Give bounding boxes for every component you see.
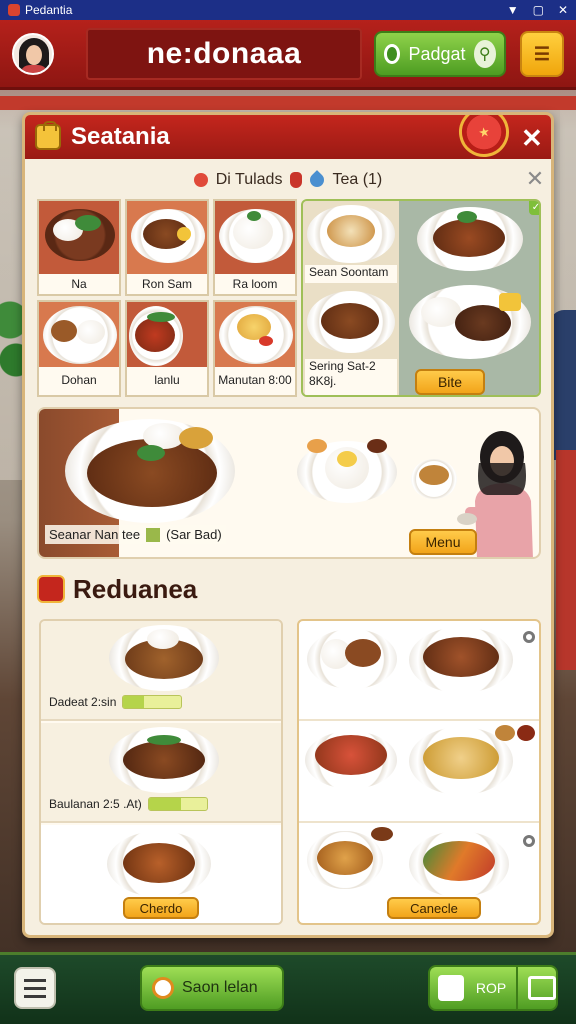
recipe-caption: Dadeat 2:sin	[49, 695, 183, 709]
progress-fill	[148, 798, 181, 810]
dish-category-icon	[37, 575, 65, 603]
bite-button-label: Bite	[437, 374, 463, 390]
player-avatar[interactable]	[12, 32, 54, 75]
shopping-bag-icon	[35, 121, 61, 150]
restaurant-name: ne:donaaa	[146, 37, 302, 70]
dish-card[interactable]: Dohan	[37, 300, 121, 397]
chat-bubble-icon: ⚲	[473, 40, 496, 68]
dish-label: Ra loom	[215, 274, 295, 294]
progress-bar	[122, 695, 183, 709]
recipe-row[interactable]: Baulanan 2:5 .At)	[41, 723, 281, 823]
panel-header: Seatania ★ ✕	[25, 115, 551, 161]
recipe-list: Dadeat 2:sin Baulanan 2:5 .At) Cherdo	[39, 619, 283, 925]
canecle-button-label: Canecle	[410, 900, 458, 916]
right-action-button[interactable]: ROP	[428, 965, 558, 1011]
filter-label-a[interactable]: Di Tulads	[216, 171, 283, 189]
recipe-row[interactable]: Cherdo	[41, 825, 281, 923]
leaf-icon	[146, 527, 161, 542]
menu-banner-label: Menu	[425, 534, 461, 550]
dish-label: Ron Sam	[127, 274, 207, 294]
cherdo-button-label: Cherdo	[139, 900, 183, 916]
right-action-label: ROP	[475, 980, 507, 996]
gallery-row: Canecle	[299, 825, 539, 923]
hamburger-line	[24, 986, 46, 990]
featured-right	[399, 201, 539, 395]
banner-caption: Seanar Nan tee (Sar Bad)	[45, 525, 226, 544]
hamburger-line	[24, 994, 46, 998]
dish-label: Dohan	[39, 367, 119, 395]
avatar-body	[20, 64, 48, 73]
dish-gallery: Canecle	[297, 619, 541, 925]
status-bar: Pedantia ▼ ▢ ✕	[0, 0, 576, 20]
restaurant-name-plate: ne:donaaa	[86, 28, 362, 80]
stamp-badge-icon: ★	[455, 115, 513, 161]
window-icon: ▢	[532, 3, 544, 17]
main-action-button[interactable]: Saon lelan	[140, 965, 284, 1011]
recipe-name: Dadeat 2:sin	[49, 695, 117, 709]
green-action-button[interactable]: Padgat ⚲	[374, 31, 506, 77]
clock-icon	[152, 977, 174, 999]
panel-close-button[interactable]: ✕	[521, 123, 543, 154]
menu-button[interactable]: ☰	[520, 31, 564, 77]
dish-label: Na	[39, 274, 119, 294]
dish-card[interactable]: Ron Sam	[125, 199, 209, 296]
bottom-bar: Saon lelan ROP	[0, 952, 576, 1024]
chat-icon[interactable]	[528, 976, 556, 1000]
list-icon: ☰	[533, 43, 551, 64]
banner-caption-left: Seanar Nan tee	[49, 527, 141, 542]
gallery-row	[299, 723, 539, 823]
filter-label-b[interactable]: Tea (1)	[332, 171, 382, 189]
section-title: Reduanea	[73, 573, 198, 604]
dish-label: Manutan 8:00	[215, 367, 295, 395]
avatar-face	[26, 44, 42, 65]
dish-card[interactable]: Manutan 8:00	[213, 300, 297, 397]
menu-panel: Seatania ★ ✕ Di Tulads Tea (1) ✕ Na Ron …	[22, 112, 554, 938]
chili-icon	[290, 172, 303, 188]
hamburger-line	[24, 978, 46, 982]
featured-dishes: Sean Soontam Sering Sat-2 8K8j. ✓ Bite	[301, 199, 541, 397]
background-awning	[0, 96, 576, 110]
progress-bar	[147, 797, 208, 811]
main-action-label: Saon lelan	[182, 979, 258, 996]
dish-card[interactable]: lanlu	[125, 300, 209, 397]
featured-label-bottom: Sering Sat-2 8K8j.	[305, 359, 397, 395]
app-icon	[8, 4, 20, 16]
drop-icon	[307, 170, 328, 190]
featured-label-top: Sean Soontam	[305, 265, 397, 283]
gear-icon[interactable]	[523, 631, 535, 643]
recipe-name: Baulanan 2:5 .At)	[49, 797, 142, 811]
section-header: Reduanea	[37, 571, 197, 607]
tomato-icon	[193, 173, 208, 187]
status-app-name: Pedantia	[25, 3, 73, 17]
dish-grid: Na Ron Sam Ra loom Dohan lanlu Manutan 8…	[37, 199, 297, 397]
refresh-icon	[384, 44, 401, 64]
green-action-label: Padgat	[408, 43, 466, 64]
cherdo-button[interactable]: Cherdo	[123, 897, 199, 919]
recipe-row[interactable]: Dadeat 2:sin	[41, 621, 281, 721]
promo-banner: Seanar Nan tee (Sar Bad) Menu	[37, 407, 541, 559]
hamburger-menu-button[interactable]	[14, 967, 56, 1009]
progress-fill	[123, 696, 144, 708]
filter-clear-icon[interactable]: ✕	[523, 167, 547, 191]
featured-tag-icon: ✓	[529, 201, 539, 215]
menu-banner-button[interactable]: Menu	[409, 529, 477, 555]
button-divider	[516, 965, 519, 1011]
banner-caption-right: (Sar Bad)	[166, 527, 222, 542]
gallery-row	[299, 621, 539, 721]
background-booth	[556, 450, 576, 670]
dish-card[interactable]: Ra loom	[213, 199, 297, 296]
featured-left: Sean Soontam Sering Sat-2 8K8j.	[303, 201, 399, 395]
bite-button[interactable]: Bite	[415, 369, 485, 395]
gear-icon[interactable]	[523, 835, 535, 847]
cat-icon	[438, 975, 464, 1001]
dish-label: lanlu	[127, 367, 207, 395]
canecle-button[interactable]: Canecle	[387, 897, 481, 919]
wifi-icon: ▼	[506, 3, 519, 17]
close-icon[interactable]: ✕	[558, 3, 568, 17]
recipe-caption: Baulanan 2:5 .At)	[49, 797, 208, 811]
dish-card[interactable]: Na	[37, 199, 121, 296]
panel-title: Seatania	[71, 123, 170, 150]
top-bar: ne:donaaa Padgat ⚲ ☰	[0, 20, 576, 90]
filter-row: Di Tulads Tea (1)	[25, 165, 551, 195]
